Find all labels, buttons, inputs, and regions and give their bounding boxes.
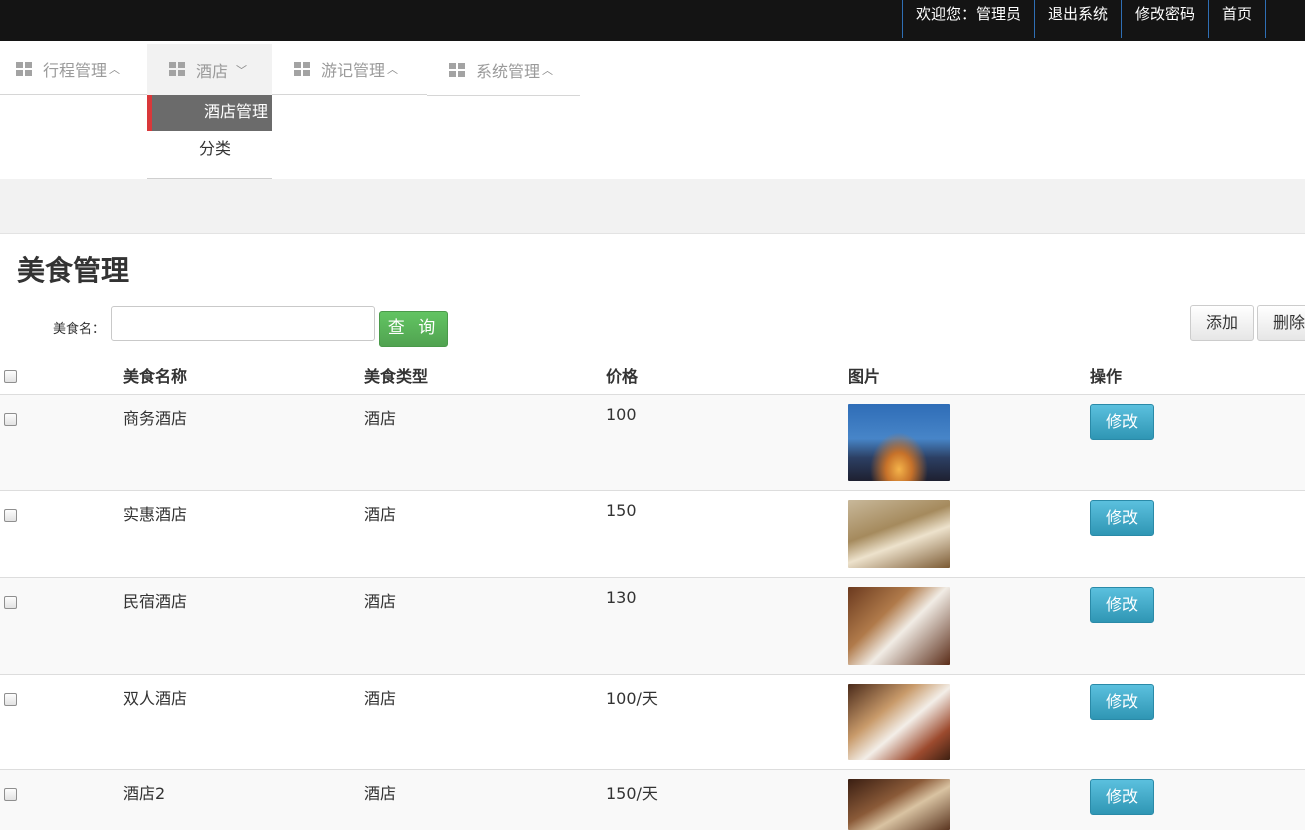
edit-button[interactable]: 修改 (1090, 779, 1154, 815)
search-input[interactable] (111, 306, 375, 341)
table-row: 民宿酒店 酒店 130 修改 (0, 578, 1305, 675)
add-button[interactable]: 添加 (1190, 305, 1254, 341)
nav-item-travelogue[interactable]: 游记管理 ︿ (272, 44, 427, 95)
row-checkbox[interactable] (4, 509, 17, 522)
chevron-up-icon: ︿ (387, 63, 399, 76)
column-header-name: 美食名称 (123, 367, 188, 386)
select-all-checkbox[interactable] (4, 370, 17, 383)
cell-price: 130 (606, 588, 637, 607)
top-links: 欢迎您：管理员 退出系统 修改密码 首页 (902, 0, 1267, 38)
row-checkbox[interactable] (4, 596, 17, 609)
cell-name: 酒店2 (123, 784, 166, 803)
table-row: 酒店2 酒店 150/天 修改 (0, 770, 1305, 830)
chevron-up-icon: ︿ (542, 64, 554, 77)
column-header-type: 美食类型 (364, 367, 429, 386)
cell-type: 酒店 (364, 505, 397, 524)
nav-item-label: 系统管理 (476, 62, 541, 81)
table-row: 双人酒店 酒店 100/天 修改 (0, 675, 1305, 770)
nav-item-hotel[interactable]: 酒店 ﹀ (147, 44, 272, 95)
table-header: 美食名称 美食类型 价格 图片 操作 (0, 355, 1305, 395)
cell-name: 双人酒店 (123, 689, 188, 708)
column-header-action: 操作 (1090, 367, 1123, 386)
cell-name: 商务酒店 (123, 409, 188, 428)
nav-item-itinerary[interactable]: 行程管理 ︿ (0, 44, 147, 95)
cell-type: 酒店 (364, 409, 397, 428)
cell-name: 民宿酒店 (123, 592, 188, 611)
query-button[interactable]: 查 询 (379, 311, 448, 347)
hotel-image (848, 404, 950, 481)
grid-icon (449, 62, 466, 78)
hotel-image (848, 500, 950, 568)
cell-price: 150 (606, 501, 637, 520)
edit-button[interactable]: 修改 (1090, 684, 1154, 720)
nav-item-system[interactable]: 系统管理 ︿ (427, 45, 580, 96)
breadcrumb-band (0, 179, 1305, 234)
cell-type: 酒店 (364, 689, 397, 708)
grid-icon (169, 62, 186, 77)
logout-link[interactable]: 退出系统 (1034, 0, 1121, 38)
cell-type: 酒店 (364, 592, 397, 611)
data-table: 美食名称 美食类型 价格 图片 操作 商务酒店 酒店 100 修改 实惠酒店 酒… (0, 355, 1305, 830)
edit-button[interactable]: 修改 (1090, 404, 1154, 440)
nav-item-label: 行程管理 (43, 61, 108, 80)
edit-button[interactable]: 修改 (1090, 587, 1154, 623)
change-password-link[interactable]: 修改密码 (1121, 0, 1208, 38)
delete-button[interactable]: 删除 (1257, 305, 1305, 341)
cell-price: 150/天 (606, 784, 658, 803)
chevron-up-icon: ︿ (109, 63, 121, 76)
nav-item-label: 游记管理 (321, 61, 386, 80)
menu-item-hotel-management[interactable]: 酒店管理 (147, 95, 272, 131)
column-header-image: 图片 (848, 367, 881, 386)
column-header-price: 价格 (606, 367, 639, 386)
edit-button[interactable]: 修改 (1090, 500, 1154, 536)
welcome-user-link[interactable]: 欢迎您：管理员 (902, 0, 1034, 38)
home-link[interactable]: 首页 (1208, 0, 1267, 38)
row-checkbox[interactable] (4, 413, 17, 426)
row-checkbox[interactable] (4, 693, 17, 706)
cell-name: 实惠酒店 (123, 505, 188, 524)
cell-type: 酒店 (364, 784, 397, 803)
top-bar: 欢迎您：管理员 退出系统 修改密码 首页 (0, 0, 1305, 41)
cell-price: 100 (606, 405, 637, 424)
grid-icon (294, 61, 311, 77)
menu-item-category[interactable]: 分类 (147, 132, 272, 168)
hotel-image (848, 779, 950, 830)
search-label: 美食名： (53, 322, 106, 337)
nav-item-label: 酒店 (196, 61, 229, 81)
grid-icon (16, 61, 33, 77)
cell-price: 100/天 (606, 689, 658, 708)
table-row: 实惠酒店 酒店 150 修改 (0, 491, 1305, 578)
row-checkbox[interactable] (4, 788, 17, 801)
hotel-image (848, 587, 950, 665)
chevron-down-icon: ﹀ (236, 63, 248, 77)
table-row: 商务酒店 酒店 100 修改 (0, 395, 1305, 491)
page-title: 美食管理 (17, 254, 130, 287)
hotel-dropdown-menu: 酒店管理 分类 (147, 95, 272, 179)
hotel-image (848, 684, 950, 760)
